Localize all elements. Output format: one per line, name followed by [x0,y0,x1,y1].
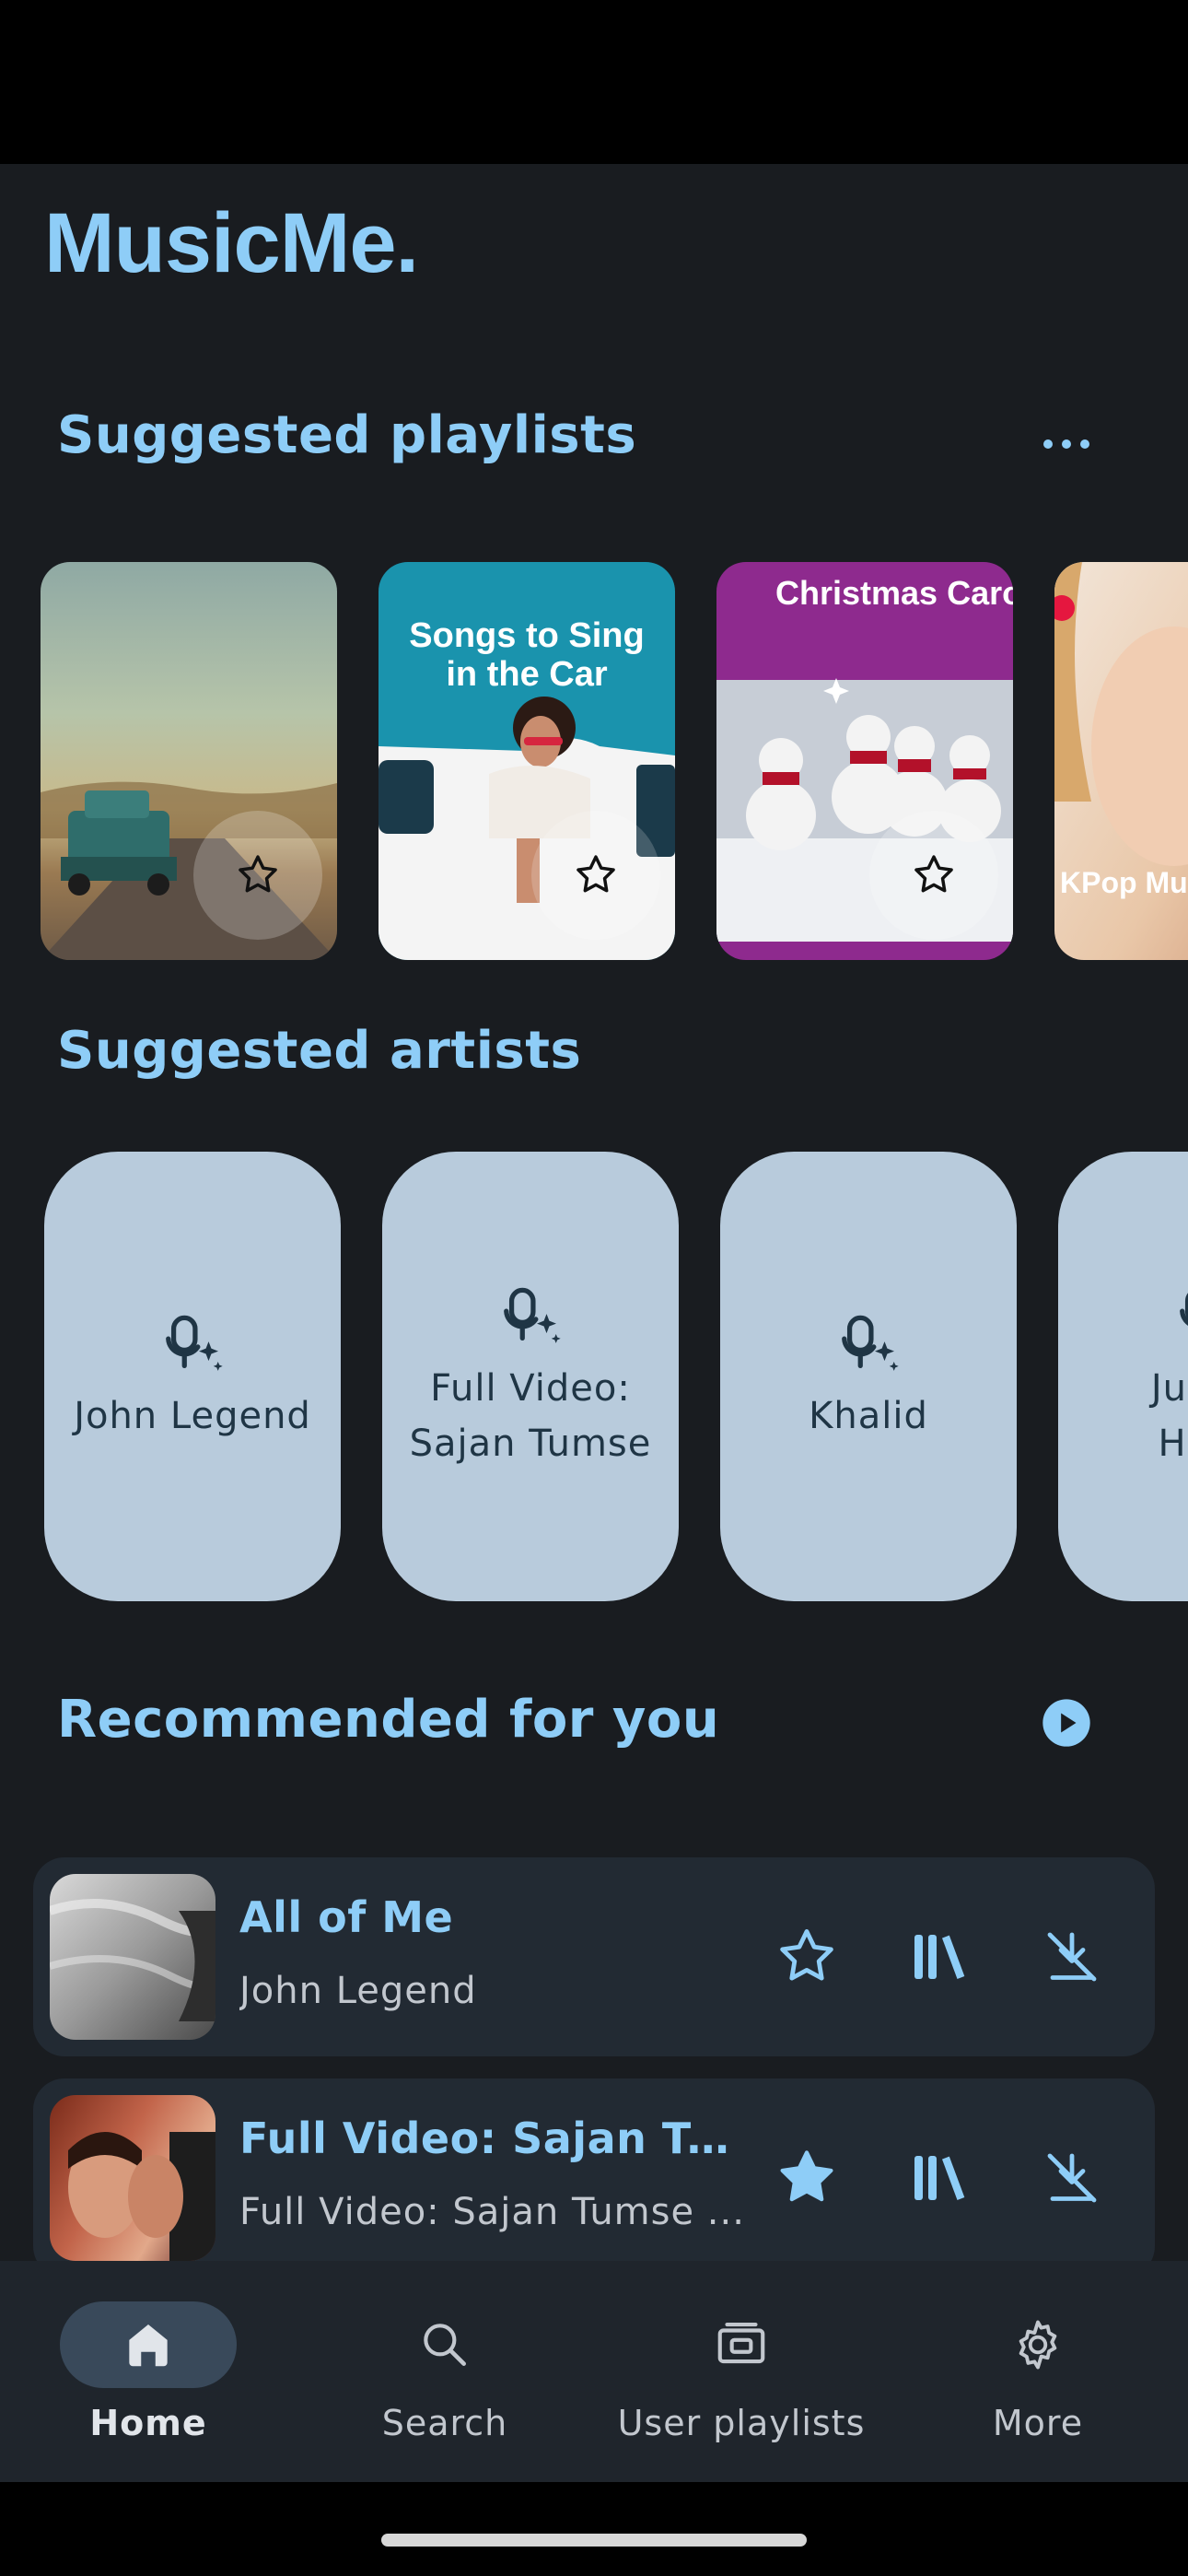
star-outline-icon [780,1929,833,1981]
song-row[interactable]: All of Me John Legend [33,1857,1155,2056]
favorite-button[interactable] [774,1924,840,1990]
artist-card[interactable]: Khalid [720,1152,1017,1601]
song-title: All of Me [239,1892,454,1942]
nav-label: User playlists [617,2403,866,2443]
app-title: MusicMe. [44,196,419,290]
library-icon [914,2156,965,2200]
gear-icon [1019,2320,1057,2370]
download-off-icon [1047,2153,1097,2203]
nav-item-home[interactable]: Home [0,2301,297,2449]
home-icon [129,2324,168,2367]
nav-item-user-playlists[interactable]: User playlists [593,2301,890,2449]
song-thumbnail [50,1874,215,2040]
nav-item-more[interactable]: More [890,2301,1186,2449]
song-artist: John Legend [239,1970,477,2012]
nav-label: Search [381,2403,508,2443]
search-icon [424,2324,466,2366]
artist-mic-icon [1180,1293,1188,1326]
favorite-button[interactable] [774,2145,840,2211]
nav-item-search[interactable]: Search [297,2301,593,2449]
artist-name: John Legend [74,1395,311,1437]
song-row[interactable]: Full Video: Sajan Tu... Full Video: Saja… [33,2078,1155,2261]
artist-mic-icon [166,1315,223,1371]
song-title: Full Video: Sajan Tu... [239,2113,755,2163]
more-horizontal-icon[interactable] [1039,426,1094,463]
nav-label: More [992,2403,1084,2443]
artist-mic-icon [504,1287,561,1343]
favorite-button[interactable] [193,811,322,940]
playlist-card[interactable]: Songs to Sing in the Car [379,562,675,960]
playlist-card[interactable]: Christmas Carols [716,562,1013,960]
star-outline-icon [914,855,953,893]
add-to-library-button[interactable] [906,1924,973,1990]
favorite-button[interactable] [531,811,660,940]
download-off-icon [1047,1932,1097,1982]
play-circle-icon[interactable] [1041,1697,1092,1749]
suggested-playlists-title: Suggested playlists [57,405,637,465]
artist-card[interactable]: Just C HD V [1058,1152,1188,1601]
artist-name: Khalid [809,1395,928,1437]
nav-label: Home [89,2403,207,2443]
playlist-card[interactable]: KPop Music Hits [1054,562,1188,960]
library-icon [914,1935,965,1979]
recommended-title: Recommended for you [57,1690,720,1750]
download-button[interactable] [1039,2145,1105,2211]
download-button[interactable] [1039,1924,1105,1990]
playlist-card[interactable] [41,562,337,960]
playlist-cover-title: KPop Music Hits [1060,866,1188,899]
artist-name: Just C HD V [1150,1367,1188,1465]
app-screen: MusicMe. Suggested playlists Songs to Si… [0,164,1188,2261]
star-outline-icon [239,855,277,893]
artist-card[interactable]: Full Video: Sajan Tumse [382,1152,679,1601]
artist-mic-icon [842,1315,899,1371]
star-outline-icon [577,855,615,893]
home-indicator[interactable] [381,2534,807,2547]
playlist-icon [717,2322,765,2364]
suggested-artists-title: Suggested artists [57,1021,582,1081]
song-artist: Full Video: Sajan Tumse ... [239,2191,745,2233]
system-home-area [0,2482,1188,2576]
bottom-navigation: Home Search User playlists More [0,2261,1188,2482]
artist-card[interactable]: John Legend [44,1152,341,1601]
status-bar [0,0,1188,164]
artist-name: Full Video: Sajan Tumse [409,1367,652,1465]
playlist-cover-image [1054,562,1188,866]
favorite-button[interactable] [869,811,998,940]
add-to-library-button[interactable] [906,2145,973,2211]
song-thumbnail [50,2095,215,2261]
star-filled-icon [780,2150,833,2202]
